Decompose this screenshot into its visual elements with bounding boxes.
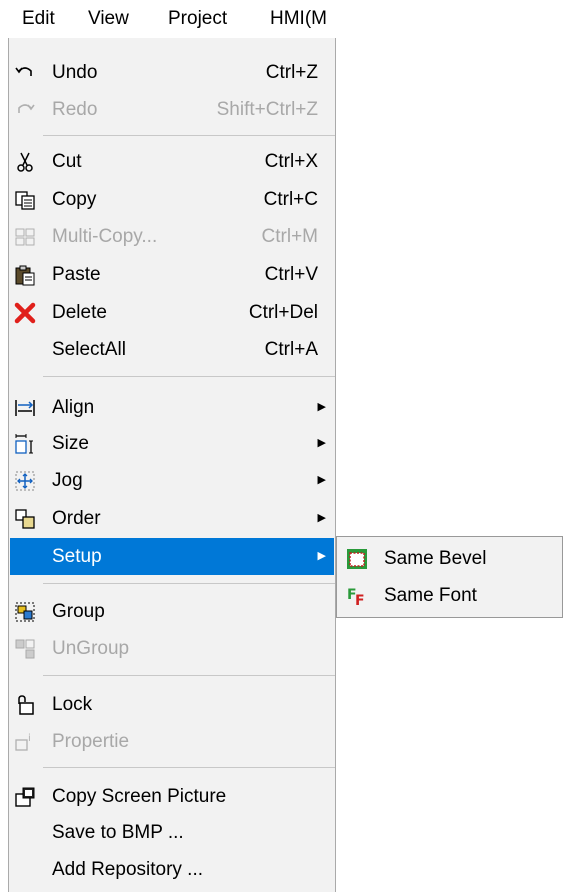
ungroup-icon [14,638,36,660]
submenu-arrow-icon: ▶ [317,401,326,413]
size-icon [14,433,36,455]
menu-item-cut[interactable]: Cut Ctrl+X [10,143,334,180]
menu-edit[interactable]: Edit [20,8,57,30]
copy-icon [14,189,36,211]
delete-x-icon [14,302,36,324]
scissors-icon [14,151,36,173]
menu-item-save-to-bmp[interactable]: Save to BMP ... [10,814,334,851]
menu-item-ungroup[interactable]: UnGroup [10,630,334,667]
submenu-arrow-icon: ▶ [317,437,326,449]
menu-item-copy[interactable]: Copy Ctrl+C [10,181,334,218]
menu-hmi[interactable]: HMI(M [268,8,329,30]
menu-view[interactable]: View [86,8,131,30]
submenu-item-same-font[interactable]: FF Same Font [338,577,562,614]
submenu-item-same-bevel[interactable]: Same Bevel [338,540,562,577]
menu-item-select-all[interactable]: SelectAll Ctrl+A [10,331,334,368]
redo-icon [14,99,36,121]
menu-item-paste[interactable]: Paste Ctrl+V [10,256,334,293]
menu-separator [43,583,335,584]
align-icon [14,397,36,419]
menu-item-redo[interactable]: Redo Shift+Ctrl+Z [10,91,334,128]
menu-separator [43,767,335,768]
properties-icon: i [14,731,36,753]
menu-item-undo[interactable]: Undo Ctrl+Z [10,54,334,91]
menu-item-delete[interactable]: Delete Ctrl+Del [10,294,334,331]
paste-icon [14,264,36,286]
menu-item-align[interactable]: Align ▶ [10,389,334,426]
svg-text:F: F [355,593,365,607]
menu-item-lock[interactable]: Lock [10,686,334,723]
menu-item-copy-screen-picture[interactable]: Copy Screen Picture [10,778,334,815]
group-icon [14,601,36,623]
font-icon: FF [346,585,368,607]
menu-separator [43,135,335,136]
submenu-arrow-icon: ▶ [317,550,326,562]
menu-item-setup[interactable]: Setup ▶ [10,538,334,575]
menu-item-group[interactable]: Group [10,593,334,630]
submenu-arrow-icon: ▶ [317,474,326,486]
menu-item-order[interactable]: Order ▶ [10,500,334,537]
jog-icon [14,470,36,492]
order-icon [14,508,36,530]
menu-item-add-repository[interactable]: Add Repository ... [10,851,334,888]
lock-icon [14,694,36,716]
menu-item-propertie[interactable]: i Propertie [10,723,334,760]
menu-separator [43,376,335,377]
menu-bar: Edit View Project HMI(M [0,0,345,38]
bevel-icon [346,548,368,570]
svg-text:i: i [28,733,31,744]
menu-item-jog[interactable]: Jog ▶ [10,462,334,499]
edit-dropdown-menu: Undo Ctrl+Z Redo Shift+Ctrl+Z Cut Ctrl+X… [8,38,336,892]
undo-icon [14,62,36,84]
menu-item-multi-copy[interactable]: Multi-Copy... Ctrl+M [10,218,334,255]
copy-screen-icon [14,786,36,808]
submenu-arrow-icon: ▶ [317,512,326,524]
multi-copy-icon [14,226,36,248]
menu-separator [43,675,335,676]
menu-item-size[interactable]: Size ▶ [10,425,334,462]
setup-submenu: Same Bevel FF Same Font [336,536,563,618]
menu-project[interactable]: Project [166,8,229,30]
